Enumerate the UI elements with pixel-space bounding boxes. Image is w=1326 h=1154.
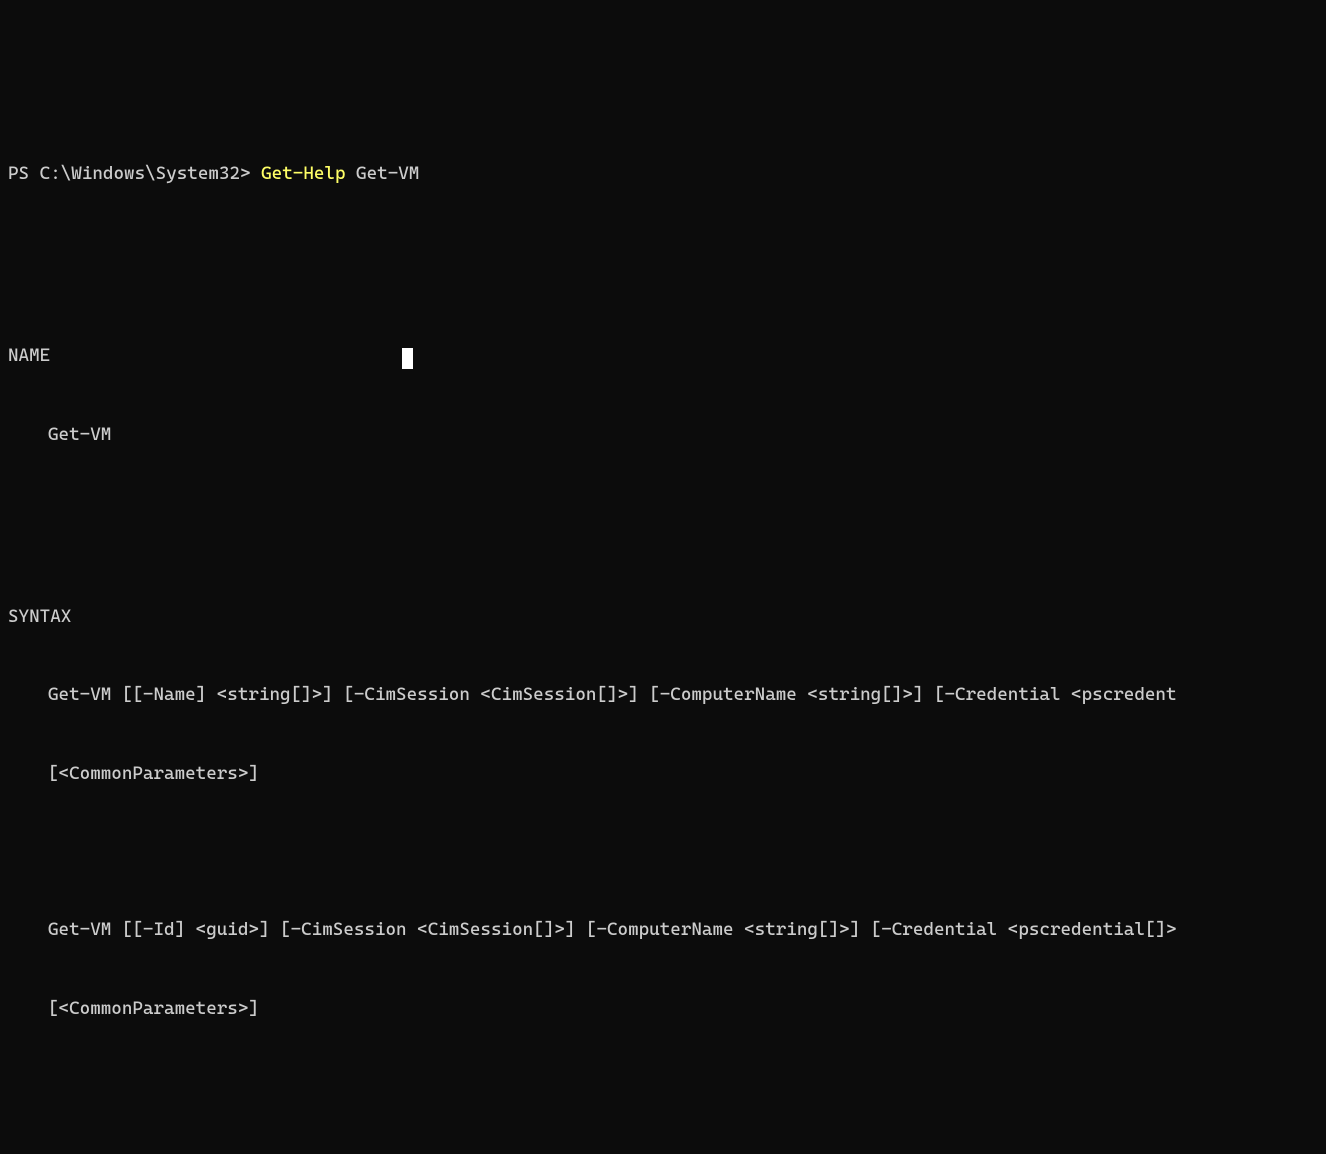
section-name-value: Get-VM bbox=[8, 422, 1318, 448]
prompt-path: PS C:\Windows\System32> bbox=[8, 163, 261, 184]
blank-line bbox=[8, 239, 1318, 265]
syntax-line: [<CommonParameters>] bbox=[8, 761, 1318, 787]
blank-line bbox=[8, 839, 1318, 865]
section-syntax-header: SYNTAX bbox=[8, 604, 1318, 630]
syntax-line: Get-VM [[-Name] <string[]>] [-CimSession… bbox=[8, 682, 1318, 708]
blank-line bbox=[8, 500, 1318, 526]
syntax-line: Get-VM [[-Id] <guid>] [-CimSession <CimS… bbox=[8, 917, 1318, 943]
blank-line bbox=[8, 1074, 1318, 1100]
prompt-line: PS C:\Windows\System32> Get-Help Get-VM bbox=[8, 161, 1318, 187]
terminal-cursor bbox=[402, 348, 413, 369]
command-cmdlet: Get-Help bbox=[261, 163, 345, 184]
command-argument: Get-VM bbox=[346, 163, 420, 184]
powershell-terminal[interactable]: PS C:\Windows\System32> Get-Help Get-VM … bbox=[8, 108, 1318, 677]
section-name-header-line: NAME bbox=[8, 343, 1318, 369]
syntax-line: [<CommonParameters>] bbox=[8, 996, 1318, 1022]
syntax-line: Get-VM [-ClusterObject] <ClusterObject> … bbox=[8, 1152, 1318, 1154]
section-name-header: NAME bbox=[8, 343, 50, 369]
